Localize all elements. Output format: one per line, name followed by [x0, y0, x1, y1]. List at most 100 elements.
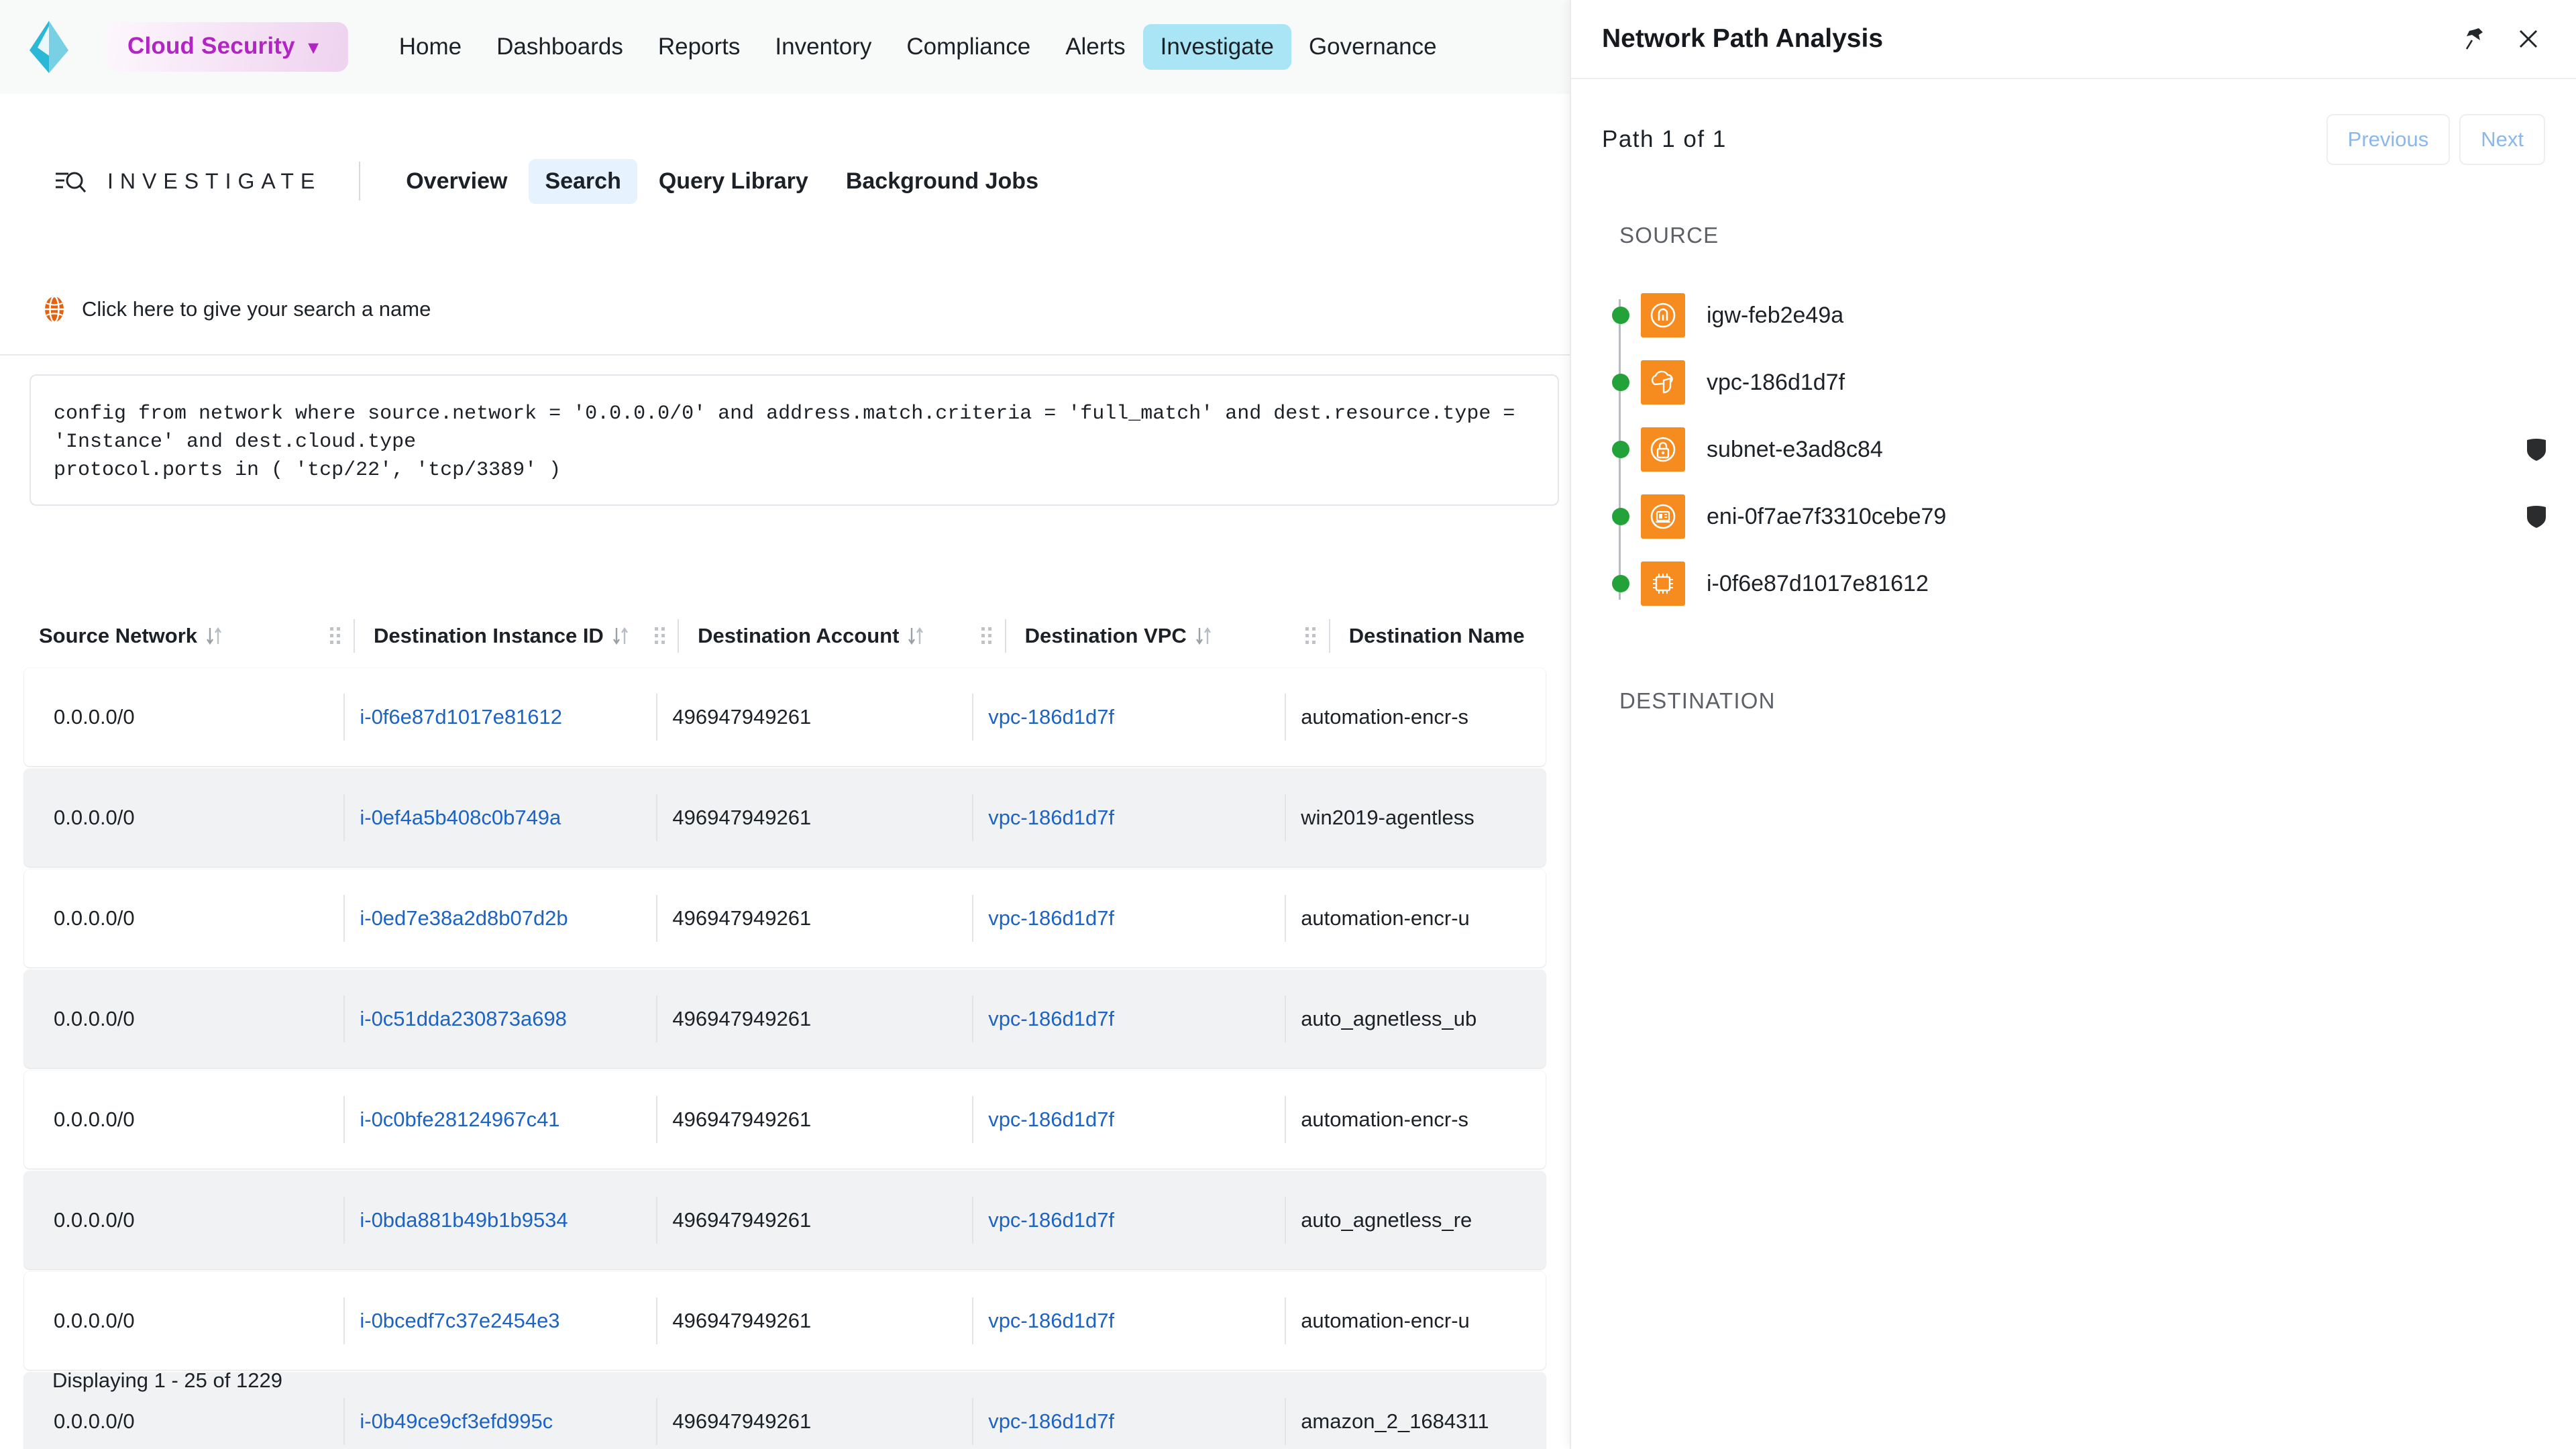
cell-instance-id[interactable]: i-0f6e87d1017e81612: [345, 668, 656, 766]
nav-item-alerts[interactable]: Alerts: [1048, 24, 1142, 70]
cell-instance-id[interactable]: i-0bda881b49b1b9534: [345, 1171, 656, 1269]
table-row[interactable]: 0.0.0.0/0 i-0ef4a5b408c0b749a 4969479492…: [24, 769, 1546, 867]
subnet-lock-icon: [1641, 427, 1685, 472]
nav-item-compliance[interactable]: Compliance: [889, 24, 1048, 70]
nav-item-investigate[interactable]: Investigate: [1142, 24, 1291, 70]
cell-destination-name: win2019-agentless: [1301, 806, 1474, 829]
grip-dots-icon: [327, 625, 344, 647]
cell-destination-name: auto_agnetless_ub: [1301, 1007, 1477, 1030]
product-switcher-label: Cloud Security: [127, 33, 295, 59]
sort-icon[interactable]: [907, 625, 924, 647]
cell-instance-id[interactable]: i-0b49ce9cf3efd995c: [345, 1373, 656, 1449]
pin-icon[interactable]: [2463, 26, 2489, 52]
prisma-logo-icon[interactable]: [27, 21, 71, 73]
tab-query-library[interactable]: Query Library: [643, 159, 824, 204]
column-label: Source Network: [39, 624, 198, 647]
status-dot-icon: [1612, 508, 1629, 525]
nav-item-inventory[interactable]: Inventory: [757, 24, 889, 70]
tab-background-jobs[interactable]: Background Jobs: [830, 159, 1055, 204]
column-resize-handle-4[interactable]: [1293, 604, 1329, 668]
path-node-label: eni-0f7ae7f3310cebe79: [1707, 503, 1947, 529]
table-row[interactable]: 0.0.0.0/0 i-0c0bfe28124967c41 4969479492…: [24, 1071, 1546, 1169]
cell-source-network: 0.0.0.0/0: [54, 1108, 135, 1131]
path-node-label: vpc-186d1d7f: [1707, 369, 1845, 395]
table-row[interactable]: 0.0.0.0/0 i-0bda881b49b1b9534 4969479492…: [24, 1171, 1546, 1269]
cell-instance-id[interactable]: i-0c0bfe28124967c41: [345, 1071, 656, 1169]
column-resize-handle-2[interactable]: [642, 604, 678, 668]
sort-icon[interactable]: [205, 625, 223, 647]
cell-vpc[interactable]: vpc-186d1d7f: [973, 869, 1285, 967]
cell-instance-id[interactable]: i-0c51dda230873a698: [345, 970, 656, 1068]
cell-vpc[interactable]: vpc-186d1d7f: [973, 1171, 1285, 1269]
column-label: Destination Instance ID: [374, 624, 604, 647]
cell-vpc[interactable]: vpc-186d1d7f: [973, 668, 1285, 766]
chevron-down-icon: ▼: [304, 37, 323, 58]
column-header-destination-account[interactable]: Destination Account: [679, 604, 969, 668]
path-node-vpc[interactable]: vpc-186d1d7f: [1602, 349, 2576, 416]
table-row[interactable]: 0.0.0.0/0 i-0ed7e38a2d8b07d2b 4969479492…: [24, 869, 1546, 967]
nav-item-governance[interactable]: Governance: [1291, 24, 1454, 70]
subheader-divider: [359, 162, 361, 201]
status-dot-icon: [1612, 374, 1629, 391]
column-resize-handle-1[interactable]: [318, 604, 354, 668]
path-node-eni[interactable]: eni-0f7ae7f3310cebe79: [1602, 483, 2576, 550]
vpc-cloud-shield-icon: [1641, 360, 1685, 405]
cell-vpc[interactable]: vpc-186d1d7f: [973, 1373, 1285, 1449]
column-header-source-network[interactable]: Source Network: [39, 604, 318, 668]
cell-instance-id[interactable]: i-0ed7e38a2d8b07d2b: [345, 869, 656, 967]
tab-overview[interactable]: Overview: [390, 159, 523, 204]
next-path-button[interactable]: Next: [2459, 114, 2545, 165]
cell-destination-name: automation-encr-s: [1301, 1108, 1469, 1131]
search-query-input[interactable]: config from network where source.network…: [30, 374, 1559, 506]
path-node-label: i-0f6e87d1017e81612: [1707, 570, 1929, 596]
column-resize-handle-3[interactable]: [969, 604, 1005, 668]
cell-vpc[interactable]: vpc-186d1d7f: [973, 1071, 1285, 1169]
close-icon[interactable]: [2516, 26, 2541, 52]
tab-search[interactable]: Search: [529, 158, 637, 204]
table-row[interactable]: 0.0.0.0/0 i-0c51dda230873a698 4969479492…: [24, 970, 1546, 1068]
cell-vpc[interactable]: vpc-186d1d7f: [973, 970, 1285, 1068]
product-switcher-button[interactable]: Cloud Security ▼: [106, 22, 348, 72]
column-label: Destination Name: [1348, 624, 1525, 647]
path-node-instance[interactable]: i-0f6e87d1017e81612: [1602, 550, 2576, 617]
column-header-destination-name[interactable]: Destination Name: [1330, 604, 1570, 668]
previous-path-button[interactable]: Previous: [2326, 114, 2451, 165]
cell-instance-id[interactable]: i-0ef4a5b408c0b749a: [345, 769, 656, 867]
nav-item-reports[interactable]: Reports: [641, 24, 758, 70]
shield-icon[interactable]: [2525, 504, 2548, 529]
investigate-title: INVESTIGATE: [107, 168, 322, 193]
results-table: Source Network Destination Instance ID D…: [0, 604, 1570, 1449]
search-name-row[interactable]: Click here to give your search a name: [40, 295, 431, 323]
search-name-prompt[interactable]: Click here to give your search a name: [82, 297, 431, 321]
path-navigation-bar: Path 1 of 1 Previous Next: [1571, 79, 2576, 165]
column-label: Destination VPC: [1024, 624, 1187, 647]
cell-destination-name: automation-encr-s: [1301, 705, 1469, 729]
column-header-destination-vpc[interactable]: Destination VPC: [1006, 604, 1293, 668]
investigate-tabs: Overview Search Query Library Background…: [390, 158, 1055, 204]
instance-chip-icon: [1641, 561, 1685, 606]
cell-account: 496947949261: [672, 705, 812, 729]
globe-icon: [40, 295, 68, 323]
nav-item-home[interactable]: Home: [382, 24, 479, 70]
shield-icon[interactable]: [2525, 437, 2548, 462]
cell-vpc[interactable]: vpc-186d1d7f: [973, 1272, 1285, 1370]
cell-instance-id[interactable]: i-0bcedf7c37e2454e3: [345, 1272, 656, 1370]
source-section-label: SOURCE: [1619, 223, 1719, 248]
sort-icon[interactable]: [1195, 625, 1212, 647]
table-row[interactable]: 0.0.0.0/0 i-0bcedf7c37e2454e3 4969479492…: [24, 1272, 1546, 1370]
nav-item-dashboards[interactable]: Dashboards: [479, 24, 641, 70]
cell-source-network: 0.0.0.0/0: [54, 1309, 135, 1332]
table-row[interactable]: 0.0.0.0/0 i-0f6e87d1017e81612 4969479492…: [24, 668, 1546, 766]
sort-icon[interactable]: [612, 625, 629, 647]
path-node-label: igw-feb2e49a: [1707, 302, 1844, 328]
cell-vpc[interactable]: vpc-186d1d7f: [973, 769, 1285, 867]
path-node-subnet[interactable]: subnet-e3ad8c84: [1602, 416, 2576, 483]
search-query-text: config from network where source.network…: [54, 402, 1515, 482]
column-header-destination-instance-id[interactable]: Destination Instance ID: [355, 604, 642, 668]
grip-dots-icon: [978, 625, 996, 647]
table-header-row: Source Network Destination Instance ID D…: [0, 604, 1570, 668]
path-node-igw[interactable]: igw-feb2e49a: [1602, 282, 2576, 349]
internet-gateway-icon: [1641, 293, 1685, 337]
status-dot-icon: [1612, 441, 1629, 458]
cell-destination-name: amazon_2_1684311: [1301, 1409, 1489, 1433]
